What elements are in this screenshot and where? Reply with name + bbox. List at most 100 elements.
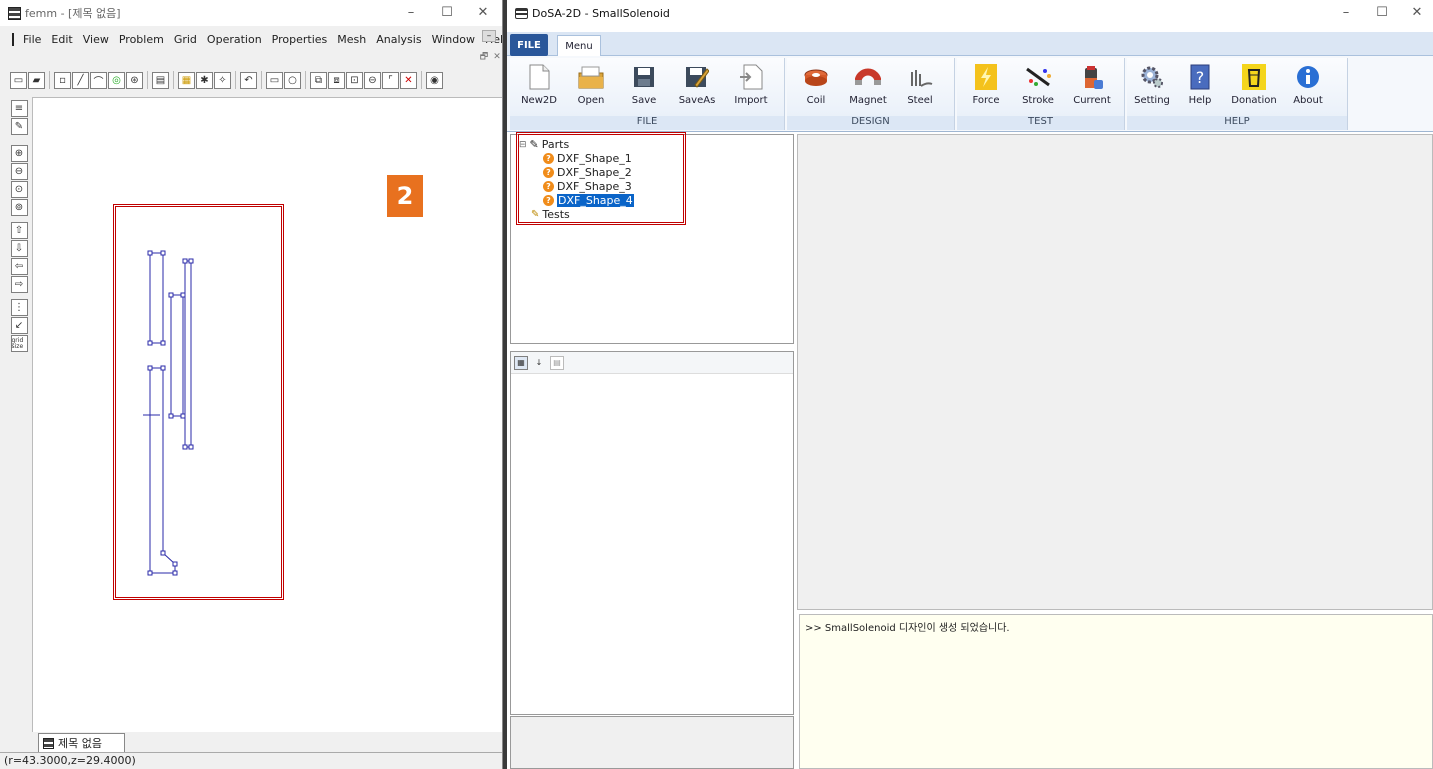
menu-operation[interactable]: Operation	[202, 33, 267, 46]
edit-icon[interactable]: ✎	[10, 118, 28, 135]
mirror-icon[interactable]: ⊖	[364, 71, 381, 89]
properties-icon[interactable]: ▤	[152, 71, 169, 89]
help-button[interactable]: ? Help	[1177, 64, 1223, 106]
run-icon[interactable]: ✱	[196, 71, 213, 89]
import-icon	[737, 64, 765, 90]
group-icon[interactable]: ⊛	[126, 71, 143, 89]
close-button[interactable]: ✕	[466, 0, 500, 26]
mdi-restore-icon[interactable]: 🗗	[477, 52, 491, 64]
grid-size-icon[interactable]: grid size	[10, 335, 28, 352]
zoom-natural-icon[interactable]: ⊚	[10, 199, 28, 216]
dosa-titlebar: DoSA-2D - SmallSolenoid – ☐ ✕	[507, 0, 1433, 26]
delete-icon[interactable]: ✕	[400, 71, 417, 89]
categorized-icon[interactable]: ▦	[514, 355, 528, 370]
block-icon[interactable]: ◎	[108, 71, 125, 89]
rectangle-icon[interactable]: ▭	[266, 71, 283, 89]
tree-node-shape-1[interactable]: ? DXF_Shape_1	[543, 152, 632, 165]
coordinate-readout: (r=43.3000,z=29.4000)	[4, 754, 136, 767]
mdi-minimize-icon[interactable]: –	[482, 30, 496, 42]
group-caption-test: TEST	[957, 116, 1124, 130]
dosa-close-button[interactable]: ✕	[1400, 0, 1433, 26]
ribbon: New2D Open Save SaveAs Import FILE Coil	[507, 56, 1433, 132]
pan-right-icon[interactable]: ⇨	[10, 276, 28, 293]
dosa-window: DoSA-2D - SmallSolenoid – ☐ ✕ FILE Menu …	[507, 0, 1433, 769]
menu-edit[interactable]: Edit	[46, 33, 77, 46]
tree-node-parts[interactable]: ⊟ ✎ Parts	[519, 138, 569, 151]
menu-view[interactable]: View	[78, 33, 114, 46]
menu-grid[interactable]: Grid	[169, 33, 202, 46]
parts-icon: ✎	[529, 138, 539, 151]
fillet-icon[interactable]: ⌜	[382, 71, 399, 89]
warning-icon: ?	[543, 153, 554, 164]
menu-problem[interactable]: Problem	[114, 33, 169, 46]
menu-mesh[interactable]: Mesh	[332, 33, 371, 46]
import-button[interactable]: Import	[728, 64, 774, 106]
new-icon[interactable]: ▭	[10, 71, 27, 89]
circle-icon[interactable]: ○	[284, 71, 301, 89]
menu-properties[interactable]: Properties	[267, 33, 333, 46]
move-icon[interactable]: ⧈	[328, 71, 345, 89]
segment-icon[interactable]: ╱	[72, 71, 89, 89]
save-button[interactable]: Save	[621, 64, 667, 106]
select-icon[interactable]: ≡	[10, 100, 28, 117]
design-tree-pane: ⊟ ✎ Parts ? DXF_Shape_1 ? DXF_Shape_2 ? DXF…	[510, 132, 794, 344]
menu-file[interactable]: File	[18, 33, 46, 46]
donation-button[interactable]: Donation	[1231, 64, 1277, 106]
file-tab-button[interactable]: FILE	[510, 34, 548, 56]
scale-icon[interactable]: ⊡	[346, 71, 363, 89]
property-pages-icon[interactable]: ▤	[550, 355, 564, 370]
minimize-button[interactable]: –	[394, 0, 428, 26]
grid-icon[interactable]: ⋮	[10, 299, 28, 316]
menu-window[interactable]: Window	[427, 33, 480, 46]
main-view-area[interactable]	[797, 134, 1433, 610]
mdi-close-icon[interactable]: ✕	[490, 52, 502, 64]
tree-node-shape-4[interactable]: ? DXF_Shape_4	[543, 194, 634, 207]
menu-tab[interactable]: Menu	[557, 35, 601, 57]
arc-icon[interactable]: ⌒	[90, 71, 107, 89]
document-tab[interactable]: 제목 없음	[38, 733, 125, 752]
property-toolbar: ▦ ↓ ▤	[511, 352, 793, 374]
saveas-button[interactable]: SaveAs	[674, 64, 720, 106]
undo-icon[interactable]: ↶	[240, 71, 257, 89]
tree-node-shape-3[interactable]: ? DXF_Shape_3	[543, 180, 632, 193]
tests-icon: ✎	[531, 209, 540, 220]
coil-button[interactable]: Coil	[793, 64, 839, 106]
drawing-canvas[interactable]: 2	[32, 97, 502, 732]
tree-node-shape-2[interactable]: ? DXF_Shape_2	[543, 166, 632, 179]
pan-left-icon[interactable]: ⇦	[10, 258, 28, 275]
pan-up-icon[interactable]: ⇧	[10, 222, 28, 239]
maximize-button[interactable]: ☐	[430, 0, 464, 26]
femm-app-icon	[8, 6, 21, 20]
sort-alpha-icon[interactable]: ↓	[532, 356, 546, 370]
setting-button[interactable]: Setting	[1129, 64, 1175, 106]
status-bar: (r=43.3000,z=29.4000)	[0, 752, 502, 769]
snap-icon[interactable]: ↙	[10, 317, 28, 334]
tree-node-tests[interactable]: ✎ Tests	[531, 208, 570, 221]
current-button[interactable]: Current	[1069, 64, 1115, 106]
node-icon[interactable]: ▫	[54, 71, 71, 89]
new2d-button[interactable]: New2D	[516, 64, 562, 106]
zoom-window-icon[interactable]: ⊙	[10, 181, 28, 198]
dosa-maximize-button[interactable]: ☐	[1365, 0, 1399, 26]
view-results-icon[interactable]: ✧	[214, 71, 231, 89]
open-button[interactable]: Open	[568, 64, 614, 106]
coil-icon	[802, 64, 830, 90]
open-icon[interactable]: ▰	[28, 71, 45, 89]
stroke-button[interactable]: Stroke	[1015, 64, 1061, 106]
settings-icon[interactable]: ◉	[426, 71, 443, 89]
group-caption-help: HELP	[1127, 116, 1347, 130]
zoom-out-icon[interactable]: ⊖	[10, 163, 28, 180]
force-button[interactable]: Force	[963, 64, 1009, 106]
steel-button[interactable]: Steel	[897, 64, 943, 106]
property-grid-pane: ▦ ↓ ▤	[510, 351, 794, 715]
magnet-button[interactable]: Magnet	[845, 64, 891, 106]
zoom-in-icon[interactable]: ⊕	[10, 145, 28, 162]
menu-analysis[interactable]: Analysis	[371, 33, 426, 46]
dosa-minimize-button[interactable]: –	[1329, 0, 1363, 26]
pan-down-icon[interactable]: ⇩	[10, 240, 28, 257]
mesh-icon[interactable]: ▦	[178, 71, 195, 89]
cup-icon	[1240, 64, 1268, 90]
info-icon	[1294, 64, 1322, 90]
about-button[interactable]: About	[1285, 64, 1331, 106]
copy-icon[interactable]: ⧉	[310, 71, 327, 89]
